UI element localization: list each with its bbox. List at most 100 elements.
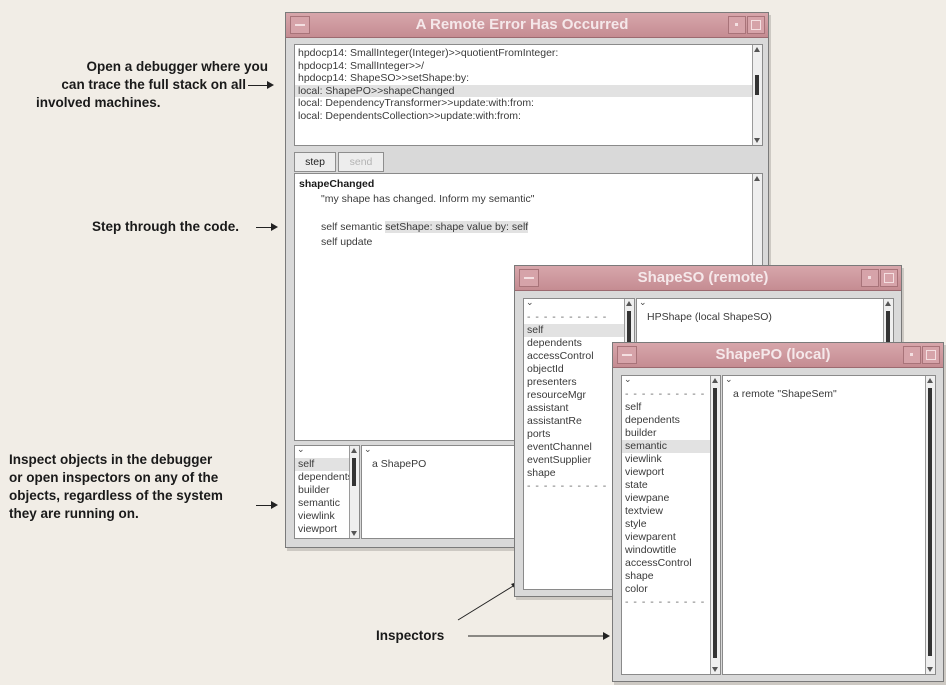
scroll-down-arrow-icon[interactable] <box>927 667 933 672</box>
callout-step: Step through the code. <box>92 218 239 236</box>
var-item[interactable]: style <box>622 518 720 531</box>
callout-inspect: Inspect objects in the debugger or open … <box>9 451 279 523</box>
scroll-down-arrow-icon[interactable] <box>712 667 718 672</box>
shapepo-title: ShapePO (local) <box>715 346 831 363</box>
dropdown-arrow-icon[interactable]: ⌄ <box>526 299 534 308</box>
maximize-icon[interactable] <box>747 16 765 34</box>
scroll-up-arrow-icon[interactable] <box>927 378 933 383</box>
callout-debugger-arrowhead <box>267 81 274 89</box>
scroll-thumb[interactable] <box>713 388 717 658</box>
scroll-down-arrow-icon[interactable] <box>351 531 357 536</box>
callout-step-text: Step through the code. <box>92 219 239 234</box>
shapeso-value: HPShape (local ShapeSO) <box>647 311 772 323</box>
callout-inspectors-text: Inspectors <box>376 628 445 643</box>
scroll-up-arrow-icon[interactable] <box>626 301 632 306</box>
callout-inspectors: Inspectors <box>376 627 444 645</box>
callout-inspect-line3: objects, regardless of the system <box>9 488 223 503</box>
code-line-2: self update <box>321 236 373 248</box>
callout-debugger-arrow <box>248 85 268 86</box>
value-scrollbar[interactable] <box>925 376 935 674</box>
method-name: shapeChanged <box>299 178 375 190</box>
var-item[interactable]: accessControl <box>622 557 720 570</box>
shapeso-titlebar[interactable]: ShapeSO (remote) <box>515 266 901 291</box>
var-item[interactable]: shape <box>622 570 720 583</box>
scroll-up-arrow-icon[interactable] <box>712 378 718 383</box>
scroll-down-arrow-icon[interactable] <box>754 138 760 143</box>
shapepo-value-pane[interactable]: ⌄ a remote "ShapeSem" <box>722 375 936 675</box>
dropdown-arrow-icon[interactable]: ⌄ <box>639 299 647 308</box>
dropdown-arrow-icon[interactable]: ⌄ <box>624 376 632 385</box>
callout-inspect-arrow <box>256 505 272 506</box>
step-button[interactable]: step <box>294 152 336 172</box>
minimize-icon[interactable] <box>903 346 921 364</box>
stack-frame-selected[interactable]: local: ShapePO>>shapeChanged <box>295 84 762 97</box>
shapepo-value: a remote "ShapeSem" <box>733 388 837 400</box>
scroll-thumb[interactable] <box>928 388 932 656</box>
shapepo-inspector-window: ShapePO (local) ⌄ - - - - - - - - - - se… <box>612 342 944 682</box>
callout-step-arrowhead <box>271 223 278 231</box>
callout-inspect-line4: they are running on. <box>9 506 139 521</box>
scroll-up-arrow-icon[interactable] <box>351 448 357 453</box>
dropdown-arrow-icon[interactable]: ⌄ <box>725 376 733 385</box>
scroll-up-arrow-icon[interactable] <box>754 176 760 181</box>
stack-frame[interactable]: hpdocp14: SmallInteger(Integer)>>quotien… <box>295 47 762 60</box>
scroll-thumb[interactable] <box>352 458 356 486</box>
debugger-titlebar[interactable]: A Remote Error Has Occurred <box>286 13 768 38</box>
var-item[interactable]: textview <box>622 505 720 518</box>
stack-frame[interactable]: hpdocp14: SmallInteger>>/ <box>295 60 762 73</box>
method-comment: "my shape has changed. Inform my semanti… <box>321 193 535 205</box>
callout-inspect-arrowhead <box>271 501 278 509</box>
shapepo-titlebar[interactable]: ShapePO (local) <box>613 343 943 368</box>
stack-frame[interactable]: hpdocp14: ShapeSO>>setShape:by: <box>295 72 762 85</box>
callout-inspect-line2: or open inspectors on any of the <box>9 470 219 485</box>
list-separator: - - - - - - - - - - <box>625 596 706 608</box>
stack-frame[interactable]: local: DependentsCollection>>update:with… <box>295 110 762 123</box>
stack-list[interactable]: hpdocp14: SmallInteger(Integer)>>quotien… <box>294 44 763 146</box>
var-item[interactable]: viewparent <box>622 531 720 544</box>
code-line-1-prefix: self semantic <box>321 221 386 233</box>
maximize-icon[interactable] <box>880 269 898 287</box>
var-item[interactable]: builder <box>622 427 720 440</box>
window-menu-icon[interactable] <box>519 269 539 287</box>
shapeso-title: ShapeSO (remote) <box>637 269 769 286</box>
callout-debugger-line1: Open a debugger where you <box>86 59 268 74</box>
pointer-line-to-shapeso <box>457 582 519 621</box>
callout-step-arrow <box>256 227 272 228</box>
code-current-statement: setShape: shape value by: self <box>385 221 529 233</box>
shapepo-var-list[interactable]: ⌄ - - - - - - - - - - self dependents bu… <box>621 375 721 675</box>
pointer-head-to-shapepo <box>603 632 610 640</box>
var-item[interactable]: dependents <box>622 414 720 427</box>
var-item-selected[interactable]: self <box>524 324 634 337</box>
minimize-icon[interactable] <box>728 16 746 34</box>
minimize-icon[interactable] <box>861 269 879 287</box>
scroll-up-arrow-icon[interactable] <box>885 301 891 306</box>
stack-scrollbar[interactable] <box>752 45 762 145</box>
window-menu-icon[interactable] <box>617 346 637 364</box>
dropdown-arrow-icon[interactable]: ⌄ <box>297 446 305 455</box>
var-item[interactable]: windowtitle <box>622 544 720 557</box>
var-item[interactable]: viewlink <box>622 453 720 466</box>
var-list-scrollbar[interactable] <box>349 446 359 538</box>
scroll-thumb[interactable] <box>755 75 759 95</box>
send-button[interactable]: send <box>338 152 384 172</box>
dropdown-arrow-icon[interactable]: ⌄ <box>364 446 372 455</box>
scroll-up-arrow-icon[interactable] <box>754 47 760 52</box>
maximize-icon[interactable] <box>922 346 940 364</box>
var-item[interactable]: self <box>622 401 720 414</box>
var-item[interactable]: color <box>622 583 720 596</box>
list-separator: - - - - - - - - - - <box>625 388 706 400</box>
callout-debugger: Open a debugger where you can trace the … <box>20 58 268 112</box>
stack-frame[interactable]: local: DependencyTransformer>>update:wit… <box>295 97 762 110</box>
callout-debugger-line3: involved machines. <box>36 95 161 110</box>
var-item-selected[interactable]: semantic <box>622 440 720 453</box>
code-line-1: self semantic setShape: shape value by: … <box>299 221 758 233</box>
list-separator: - - - - - - - - - - <box>527 311 608 323</box>
var-item[interactable]: state <box>622 479 720 492</box>
var-item[interactable]: viewpane <box>622 492 720 505</box>
var-item[interactable]: viewport <box>622 466 720 479</box>
debugger-title: A Remote Error Has Occurred <box>415 16 629 33</box>
debugger-var-list[interactable]: ⌄ self dependents builder semantic viewl… <box>294 445 360 539</box>
var-list-scrollbar[interactable] <box>710 376 720 674</box>
callout-debugger-line2: can trace the full stack on all <box>61 77 246 92</box>
window-menu-icon[interactable] <box>290 16 310 34</box>
